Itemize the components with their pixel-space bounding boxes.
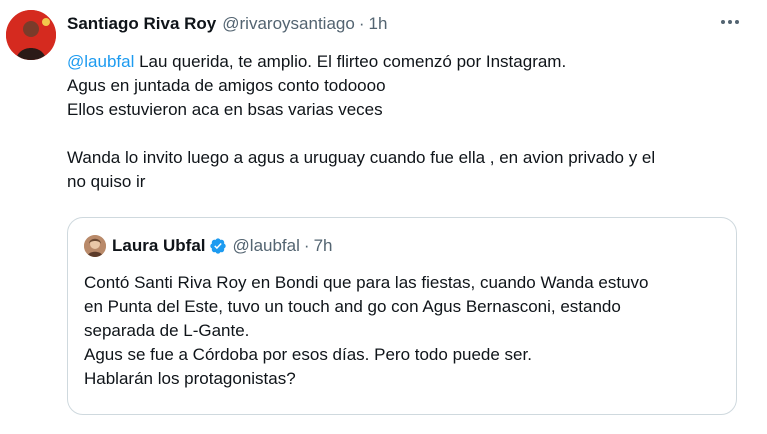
tweet-line: Agus en juntada de amigos conto todoooo: [67, 76, 386, 95]
separator-dot: ·: [303, 236, 310, 255]
more-horizontal-icon-dot: [728, 20, 732, 24]
tweet-line: no quiso ir: [67, 172, 146, 191]
tweet-line: @laubfal Lau querida, te amplio. El flir…: [67, 50, 747, 74]
quoted-tweet-line: Hablarán los protagonistas?: [84, 369, 296, 388]
verified-badge-icon: [209, 238, 226, 254]
mention-link[interactable]: @laubfal: [67, 52, 134, 71]
tweet-text: @laubfal Lau querida, te amplio. El flir…: [67, 50, 747, 194]
more-horizontal-icon-dot: [735, 20, 739, 24]
quoted-tweet-time[interactable]: 7h: [314, 236, 333, 256]
tweet-line: Ellos estuvieron aca en bsas varias vece…: [67, 100, 383, 119]
more-horizontal-icon: [721, 20, 725, 24]
tweet-line: Wanda lo invito luego a agus a uruguay c…: [67, 148, 656, 167]
author-avatar[interactable]: [6, 10, 56, 60]
quoted-tweet-line: separada de L-Gante.: [84, 321, 250, 340]
tweet-header: Santiago Riva Roy @rivaroysantiago · 1h: [67, 12, 387, 36]
quoted-author-name[interactable]: Laura Ubfal: [112, 236, 206, 256]
quoted-avatar-image: [84, 235, 106, 257]
quoted-tweet-line: Agus se fue a Córdoba por esos días. Per…: [84, 345, 532, 364]
tweet-line-text: Lau querida, te amplio. El flirteo comen…: [134, 52, 567, 71]
avatar-image: [6, 10, 56, 60]
author-handle[interactable]: @rivaroysantiago: [222, 14, 355, 34]
more-options-button[interactable]: [721, 20, 739, 24]
quoted-author-avatar[interactable]: [84, 235, 106, 257]
quoted-tweet[interactable]: Laura Ubfal @laubfal · 7h Contó Santi Ri…: [67, 217, 737, 415]
quoted-tweet-line: Contó Santi Riva Roy en Bondi que para l…: [84, 273, 649, 292]
quoted-author-handle[interactable]: @laubfal: [233, 236, 300, 256]
quoted-tweet-text: Contó Santi Riva Roy en Bondi que para l…: [84, 271, 724, 391]
tweet-time[interactable]: 1h: [368, 14, 387, 34]
quoted-tweet-line: en Punta del Este, tuvo un touch and go …: [84, 297, 621, 316]
tweet[interactable]: Santiago Riva Roy @rivaroysantiago · 1h …: [0, 0, 767, 434]
separator-dot: ·: [358, 14, 365, 33]
quoted-tweet-header: Laura Ubfal @laubfal · 7h: [84, 234, 332, 258]
author-name[interactable]: Santiago Riva Roy: [67, 14, 216, 34]
